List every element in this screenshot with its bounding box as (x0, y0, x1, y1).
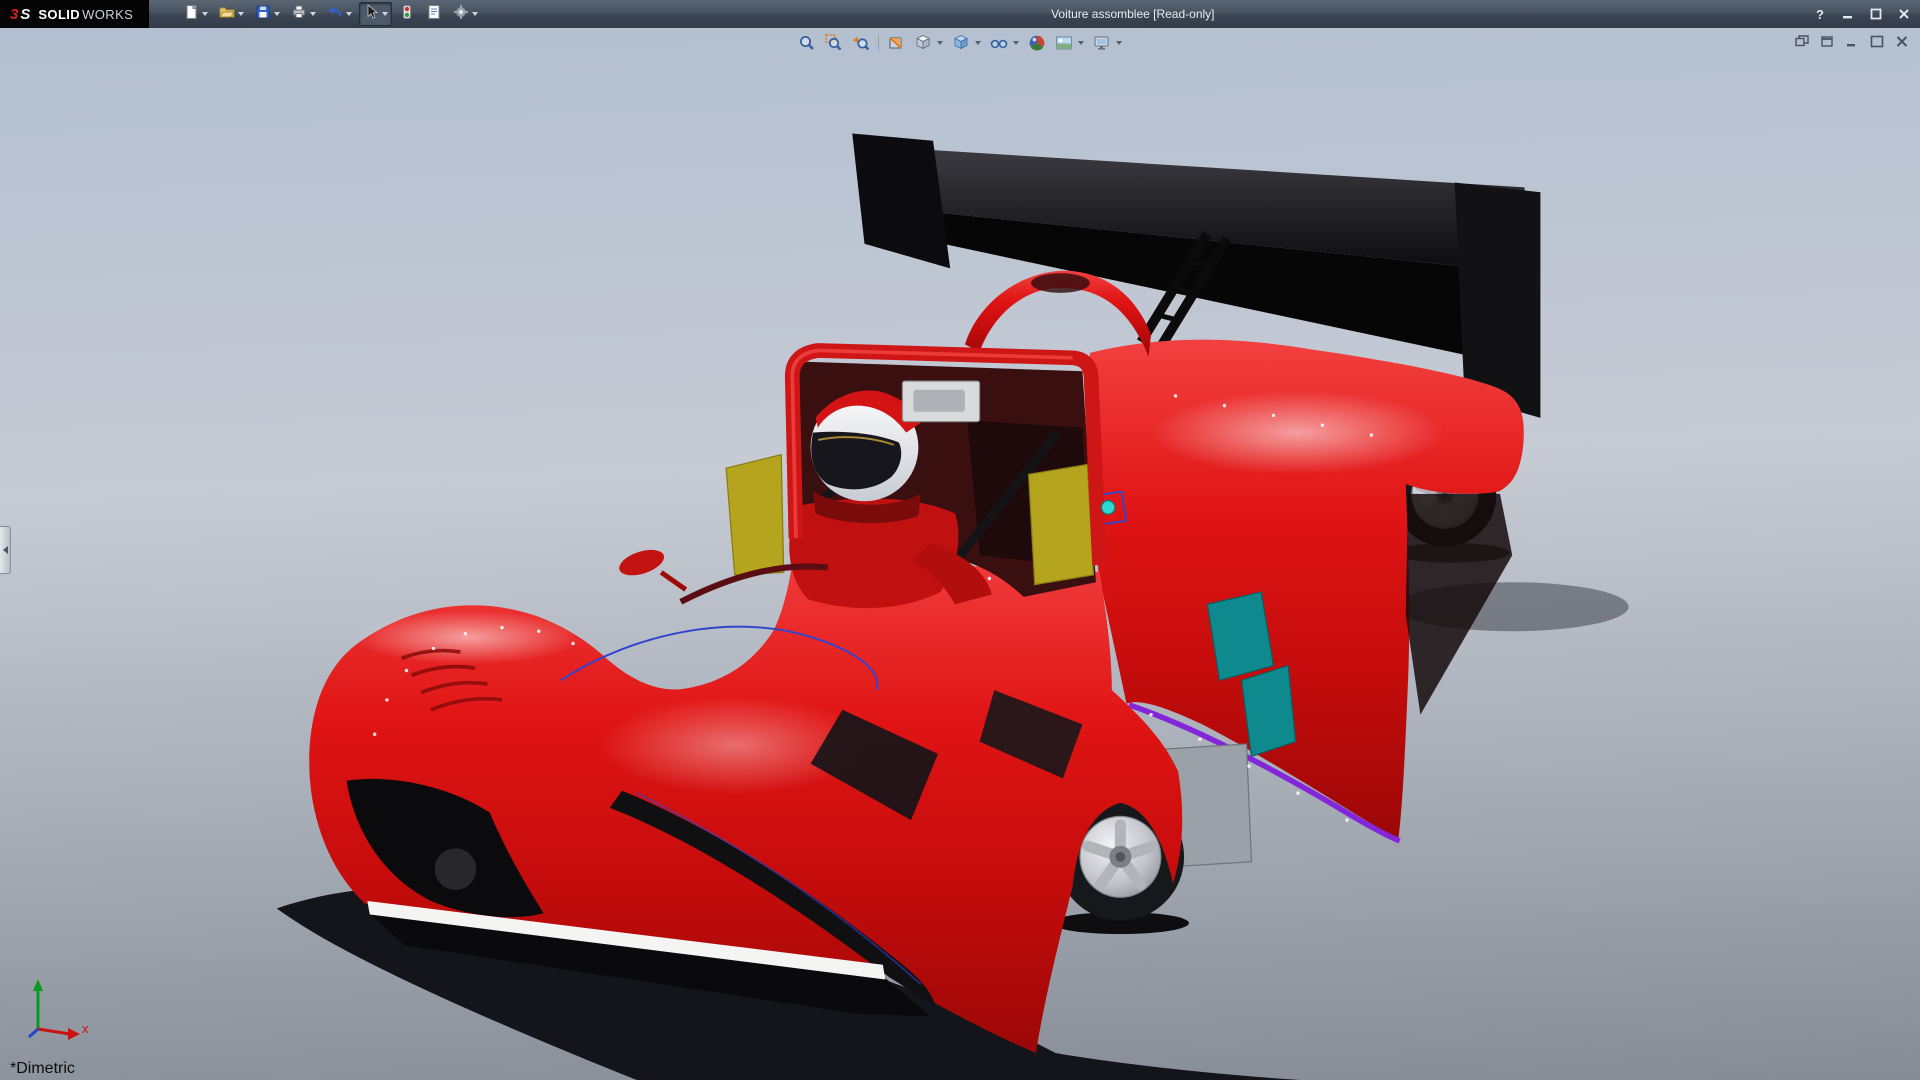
cyan-marker[interactable] (1101, 501, 1114, 514)
view-orientation-label: *Dimetric (10, 1060, 75, 1078)
options-gear-icon (453, 4, 469, 25)
feature-manager-collapsed-tab[interactable] (0, 526, 11, 574)
help-button[interactable]: ? (1812, 6, 1828, 22)
apply-scene-button[interactable] (1054, 33, 1085, 53)
hide-show-items-button[interactable] (989, 33, 1020, 53)
select-tool-button[interactable] (359, 2, 392, 26)
doc-close-button[interactable] (1894, 34, 1910, 48)
select-cursor-icon (363, 4, 379, 25)
expand-pane-arrow-icon (3, 546, 8, 554)
dropdown-caret-icon (382, 12, 388, 16)
mirror-stalk (661, 572, 685, 589)
triad-z-axis (29, 1029, 38, 1037)
save-disk-icon (255, 4, 271, 25)
dropdown-caret-icon (472, 12, 478, 16)
brand-solid: SOLID (38, 7, 80, 22)
dropdown-caret-icon (346, 12, 352, 16)
window-controls: ? (1812, 0, 1912, 28)
doc-minimize-button[interactable] (1844, 34, 1860, 48)
glasses-icon (990, 34, 1008, 52)
toolbar-separator (878, 35, 879, 51)
open-button[interactable] (215, 2, 248, 26)
save-button[interactable] (251, 2, 284, 26)
cockpit[interactable] (616, 350, 1115, 608)
print-button[interactable] (287, 2, 320, 26)
titlebar-toolbar (179, 2, 482, 26)
brand-works: WORKS (82, 7, 133, 22)
section-view-button[interactable] (886, 33, 906, 53)
doc-cascade-button[interactable] (1794, 34, 1810, 48)
dropdown-caret-icon (1116, 41, 1122, 45)
doc-maximize-button[interactable] (1869, 34, 1885, 48)
document-window-controls (1794, 34, 1910, 48)
zoom-to-fit-button[interactable] (797, 33, 817, 53)
dropdown-caret-icon (937, 41, 943, 45)
doc-restore-button[interactable] (1819, 34, 1835, 48)
logo-3ds-mark: 3 (10, 6, 18, 23)
appearance-ball-icon (1028, 34, 1046, 52)
solidworks-logo[interactable]: 3 S SOLID WORKS (0, 0, 149, 28)
section-view-icon (887, 34, 905, 52)
new-document-icon (183, 4, 199, 25)
scene-icon (1055, 34, 1073, 52)
file-properties-icon (426, 4, 442, 25)
graphics-area[interactable]: x *Dimetric (0, 28, 1920, 1080)
view-cube-icon (914, 34, 932, 52)
close-button[interactable] (1896, 6, 1912, 22)
dropdown-caret-icon (238, 12, 244, 16)
display-style-button[interactable] (951, 33, 982, 53)
maximize-button[interactable] (1868, 6, 1884, 22)
yellow-panel-right[interactable] (1029, 464, 1094, 584)
dropdown-caret-icon (202, 12, 208, 16)
zoom-to-area-button[interactable] (824, 33, 844, 53)
car-model[interactable] (277, 133, 1629, 1080)
triad-y-arrowhead (33, 979, 43, 991)
dropdown-caret-icon (274, 12, 280, 16)
printer-icon (291, 4, 307, 25)
minimize-button[interactable] (1840, 6, 1856, 22)
options-button[interactable] (449, 2, 482, 26)
undo-arrow-icon (327, 4, 343, 25)
dropdown-caret-icon (975, 41, 981, 45)
reference-triad: x (16, 973, 96, 1050)
rebuild-button[interactable] (395, 2, 419, 26)
side-window-teal-lower[interactable] (1242, 666, 1296, 757)
side-mirror[interactable] (616, 545, 667, 580)
dropdown-caret-icon (1078, 41, 1084, 45)
new-document-button[interactable] (179, 2, 212, 26)
yellow-panel-left[interactable] (726, 455, 784, 575)
previous-view-button[interactable] (851, 33, 871, 53)
window-title: Voiture assomblee [Read-only] (1051, 7, 1214, 21)
rebuild-stoplight-icon (399, 4, 415, 25)
file-properties-button[interactable] (422, 2, 446, 26)
zoom-fit-icon (798, 34, 816, 52)
zoom-area-icon (825, 34, 843, 52)
edit-appearance-button[interactable] (1027, 33, 1047, 53)
previous-view-icon (852, 34, 870, 52)
dropdown-caret-icon (310, 12, 316, 16)
camera-box[interactable] (902, 381, 979, 421)
side-window-teal-upper[interactable] (1207, 592, 1273, 680)
triad-x-axis (38, 1029, 70, 1034)
view-settings-icon (1093, 34, 1111, 52)
heads-up-view-toolbar (797, 33, 1123, 53)
dropdown-caret-icon (1013, 41, 1019, 45)
view-settings-button[interactable] (1092, 33, 1123, 53)
display-style-icon (952, 34, 970, 52)
titlebar: 3 S SOLID WORKS (0, 0, 1920, 28)
fender-highlight (355, 610, 580, 664)
triad-x-arrowhead (68, 1028, 80, 1040)
open-folder-icon (219, 4, 235, 25)
front-wheel-hint (435, 848, 477, 890)
view-orientation-button[interactable] (913, 33, 944, 53)
triad-x-label: x (82, 1021, 89, 1036)
3d-scene[interactable] (0, 28, 1920, 1080)
deck-highlight (1151, 391, 1445, 474)
undo-button[interactable] (323, 2, 356, 26)
intake-opening (1031, 273, 1090, 293)
